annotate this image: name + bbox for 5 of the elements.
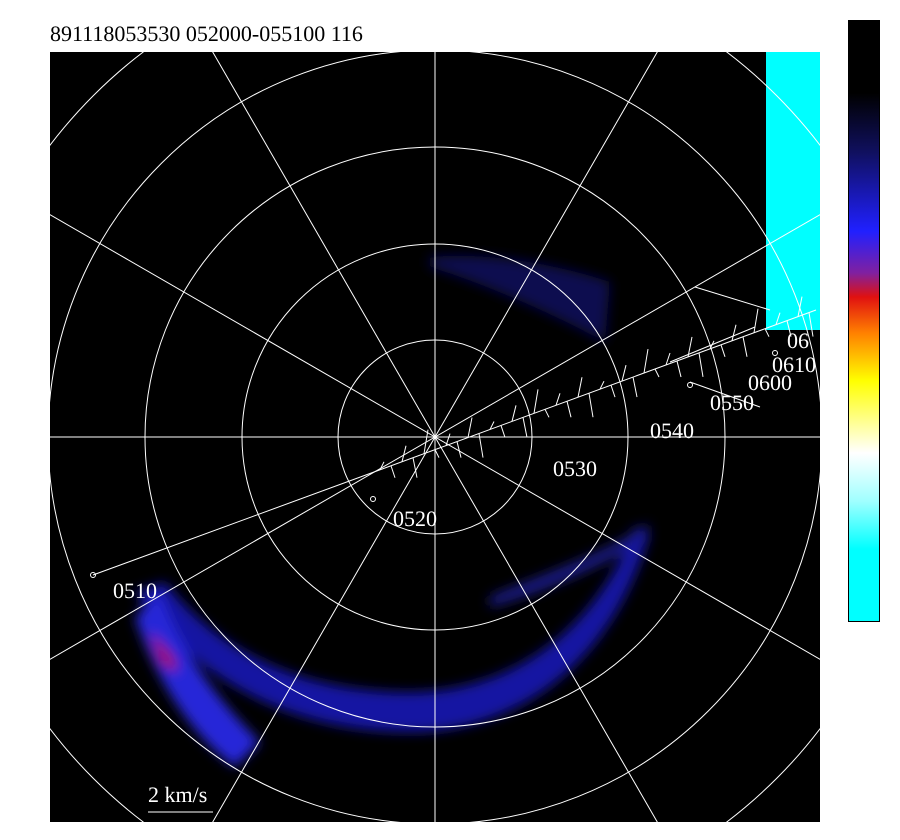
scale-label: 2 km/s: [148, 782, 208, 807]
time-label: 06: [787, 328, 809, 353]
plot-title: 891118053530 052000-055100 116: [50, 20, 364, 48]
time-label: 0510: [113, 578, 157, 603]
time-label: 0530: [553, 456, 597, 481]
